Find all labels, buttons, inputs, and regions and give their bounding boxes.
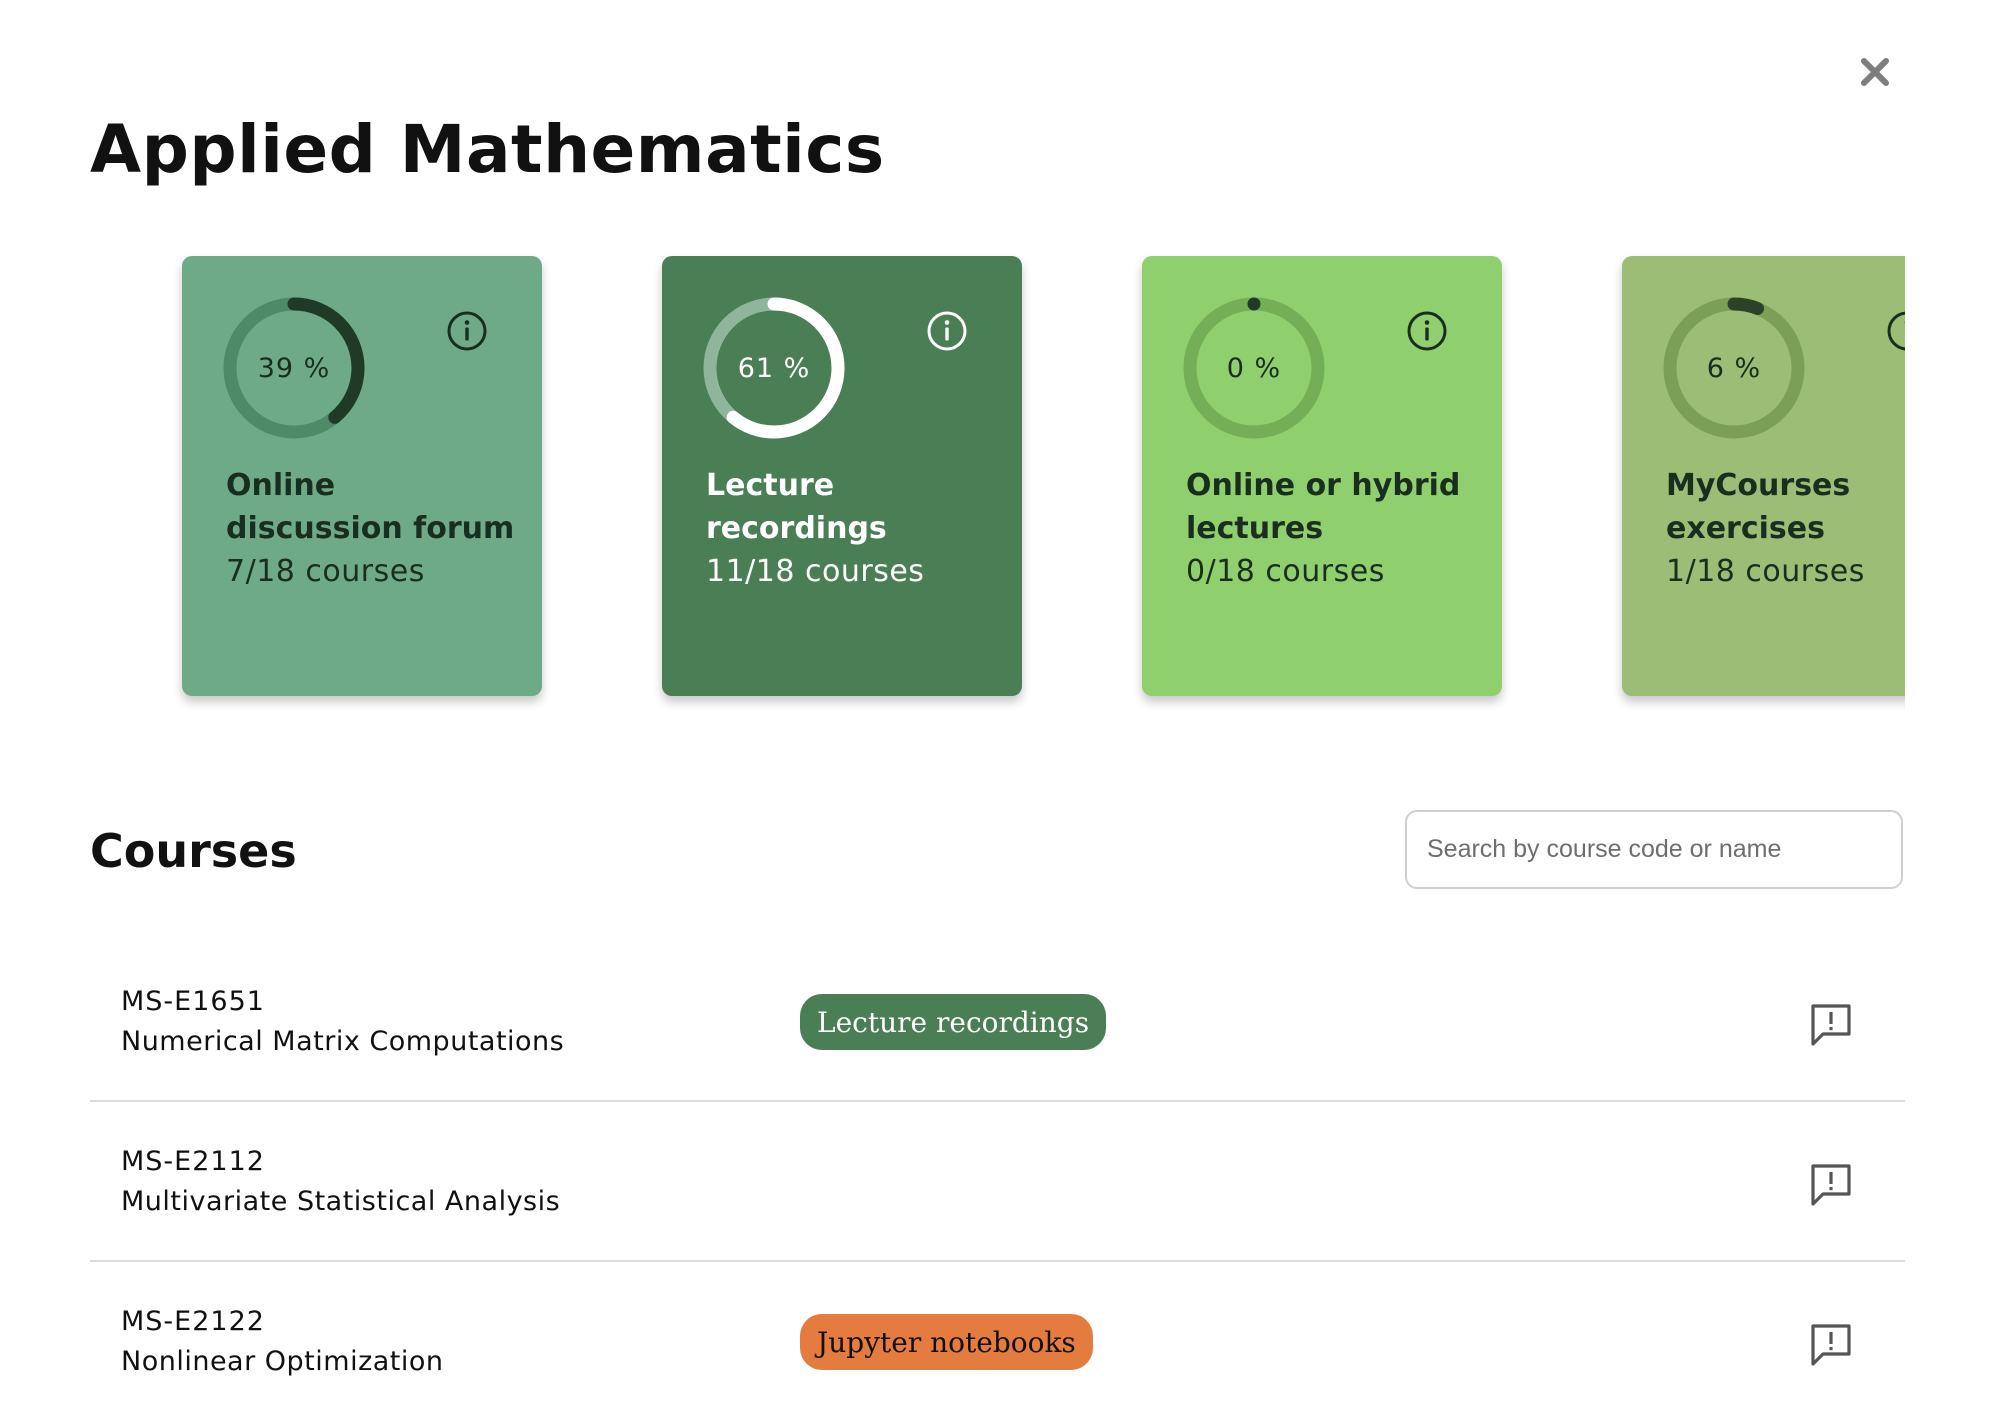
feedback-icon bbox=[1811, 1164, 1851, 1206]
percent-label: 0 % bbox=[1226, 352, 1282, 384]
card-count: 7/18 courses bbox=[226, 554, 425, 589]
progress-ring: 61 % bbox=[702, 296, 846, 440]
course-tag: Lecture recordings bbox=[800, 994, 1107, 1050]
feedback-icon bbox=[1811, 1004, 1851, 1046]
stat-card-online-hybrid-lectures[interactable]: 0 % Online or hybrid lectures 0/18 cours… bbox=[1142, 256, 1502, 696]
close-button[interactable] bbox=[1855, 52, 1895, 92]
card-title: MyCourses exercises bbox=[1666, 468, 1851, 546]
card-count: 11/18 courses bbox=[706, 554, 925, 589]
course-tag: Jupyter notebooks bbox=[800, 1314, 1093, 1370]
card-title: Online discussion forum bbox=[226, 468, 515, 546]
info-icon[interactable] bbox=[446, 310, 488, 352]
feedback-button[interactable] bbox=[1805, 1318, 1857, 1370]
courses-heading: Courses bbox=[90, 824, 297, 878]
course-code: MS-E2112 bbox=[121, 1146, 265, 1177]
course-row[interactable]: MS-E1651 Numerical Matrix Computations L… bbox=[90, 942, 1905, 1102]
course-code: MS-E1651 bbox=[121, 986, 265, 1017]
info-icon[interactable] bbox=[926, 310, 968, 352]
card-count: 0/18 courses bbox=[1186, 554, 1385, 589]
percent-label: 39 % bbox=[257, 352, 331, 384]
percent-label: 61 % bbox=[737, 352, 811, 384]
info-icon[interactable] bbox=[1406, 310, 1448, 352]
card-title: Lecture recordings bbox=[706, 468, 887, 546]
stat-card-mycourses-exercises[interactable]: 6 % MyCourses exercises 1/18 courses bbox=[1622, 256, 1905, 696]
progress-ring: 39 % bbox=[222, 296, 366, 440]
stat-card-lecture-recordings[interactable]: 61 % Lecture recordings 11/18 courses bbox=[662, 256, 1022, 696]
course-row[interactable]: MS-E2122 Nonlinear Optimization Jupyter … bbox=[90, 1262, 1905, 1422]
close-icon bbox=[1861, 58, 1889, 86]
card-count: 1/18 courses bbox=[1666, 554, 1865, 589]
course-list: MS-E1651 Numerical Matrix Computations L… bbox=[90, 942, 1905, 1422]
course-name: Numerical Matrix Computations bbox=[121, 1026, 565, 1057]
course-code: MS-E2122 bbox=[121, 1306, 265, 1337]
course-name: Nonlinear Optimization bbox=[121, 1346, 444, 1377]
page-title: Applied Mathematics bbox=[90, 111, 885, 188]
course-search-input[interactable] bbox=[1405, 810, 1903, 889]
progress-ring: 6 % bbox=[1662, 296, 1806, 440]
card-title: Online or hybrid lectures bbox=[1186, 468, 1461, 546]
feedback-button[interactable] bbox=[1805, 998, 1857, 1050]
stat-card-discussion-forum[interactable]: 39 % Online discussion forum 7/18 course… bbox=[182, 256, 542, 696]
feedback-icon bbox=[1811, 1324, 1851, 1366]
course-row[interactable]: MS-E2112 Multivariate Statistical Analys… bbox=[90, 1102, 1905, 1262]
stats-carousel[interactable]: 39 % Online discussion forum 7/18 course… bbox=[0, 240, 1905, 720]
info-icon[interactable] bbox=[1886, 310, 1905, 352]
percent-label: 6 % bbox=[1706, 352, 1762, 384]
progress-ring: 0 % bbox=[1182, 296, 1326, 440]
feedback-button[interactable] bbox=[1805, 1158, 1857, 1210]
course-name: Multivariate Statistical Analysis bbox=[121, 1186, 561, 1217]
